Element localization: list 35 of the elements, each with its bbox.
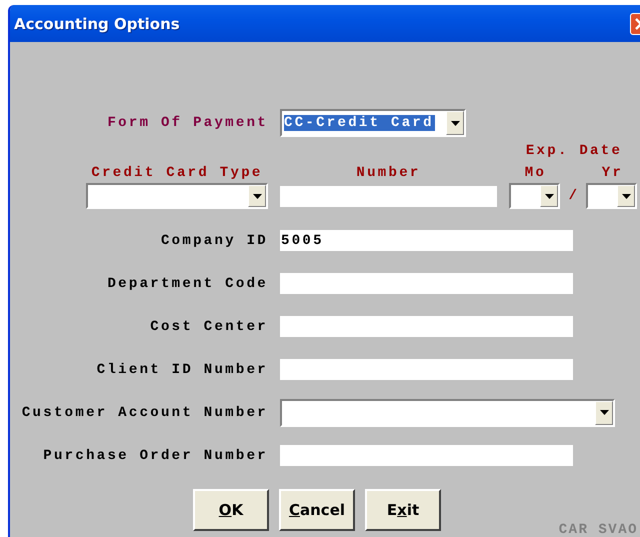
column-label: Credit Card Type [90,165,264,181]
column-label: Number [355,165,422,181]
dialog-button[interactable]: Exit [365,489,441,531]
column-label: Mo [524,165,548,181]
caret-icon [544,194,554,198]
input-field[interactable] [280,316,573,337]
caret-icon [450,120,460,126]
field-label: Company ID [160,232,268,248]
caret-icon [252,194,262,198]
year-dropdown[interactable] [586,183,637,209]
month-dropdown[interactable] [509,183,560,209]
card-number-field[interactable] [280,186,497,206]
card-type-dropdown[interactable] [86,183,268,209]
input-field[interactable] [280,273,573,294]
date-separator: / [568,188,580,204]
window-title: Accounting Options [14,14,180,32]
input-field[interactable] [280,445,573,466]
field-label: Customer Account Number [20,404,268,420]
caret-icon [622,194,630,198]
status-code: CAR SVAO [558,522,638,537]
field-label: Client ID Number [96,362,268,378]
payment-dropdown[interactable]: CC-Credit Card [280,109,466,137]
column-label: Yr [600,165,624,181]
account-dropdown[interactable] [280,398,615,426]
input-field[interactable]: 5005 [280,230,573,251]
dropdown-value: CC-Credit Card [284,115,435,131]
field-label: Purchase Order Number [42,448,268,464]
caret-icon [600,410,608,415]
field-label: Cost Center [149,318,268,334]
dialog-button[interactable]: OK [193,489,269,531]
input-field[interactable] [280,359,573,380]
field-label: Department Code [106,276,268,292]
column-label: Exp. Date [524,143,624,159]
dialog-button[interactable]: Cancel [279,489,355,531]
field-label: Form Of Payment [106,115,268,131]
